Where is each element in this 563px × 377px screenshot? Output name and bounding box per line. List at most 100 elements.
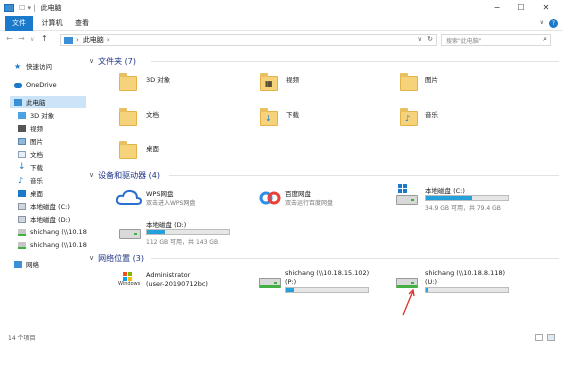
this-pc-icon [64,36,73,44]
group-header-devices[interactable]: ∨ 设备和驱动器 (4) [89,169,559,181]
nav-label: 文档 [30,151,43,159]
nav-local-disk-c[interactable]: 本地磁盘 (C:) [18,200,70,212]
folder-glyph: ▦ [265,79,273,88]
tab-view[interactable]: 查看 [70,16,94,31]
local-disk-icon [119,229,141,239]
address-row: ← → ∨ ↑ › 此电脑 › ∨ ↻ 搜索"此电脑" ⌕ [0,31,563,49]
drive-usage-fill [286,288,295,292]
drive-description: 双击进入WPS网盘 [146,200,196,207]
group-header-folders[interactable]: ∨ 文件夹 (7) [89,55,559,67]
document-icon [18,150,26,158]
nav-label: 桌面 [30,190,43,198]
network-drive-letter: (U:) [425,278,438,286]
nav-label: 3D 对象 [30,112,55,120]
network-drive-name: shichang (\\10.18.15.102) [285,269,370,277]
drive-usage-bar [146,229,230,235]
drive-name: 百度网盘 [285,190,311,198]
collapse-chevron-icon[interactable]: ∨ [89,171,94,179]
nav-network-drive-p[interactable]: shichang (\\10.18 [18,226,87,238]
tab-computer[interactable]: 计算机 [37,16,67,31]
drive-name: WPS网盘 [146,190,174,198]
folder-label: 桌面 [146,145,159,153]
forward-icon[interactable]: → [18,34,25,43]
nav-quick-access[interactable]: ★ 快速访问 [14,60,86,72]
nav-local-disk-d[interactable]: 本地磁盘 (D:) [18,213,70,225]
up-icon[interactable]: ↑ [41,34,48,43]
nav-network-drive-u[interactable]: shichang (\\10.18 [18,239,87,251]
group-divider [169,175,559,176]
nav-label: 音乐 [30,177,43,185]
search-input[interactable]: 搜索"此电脑" ⌕ [441,34,551,46]
refresh-icon[interactable]: ↻ [427,35,433,43]
ribbon-expand-icon[interactable]: ∨ [540,19,544,26]
help-icon[interactable]: ? [549,19,558,28]
nav-label: shichang (\\10.18 [30,241,87,249]
nav-3d-objects[interactable]: 3D 对象 [18,109,54,121]
nav-label: 下载 [30,164,43,172]
collapse-chevron-icon[interactable]: ∨ [89,254,94,262]
quick-access-toolbar[interactable]: ☐ ▾ | [19,4,36,12]
nav-network[interactable]: 网络 [14,258,39,270]
search-icon[interactable]: ⌕ [543,35,547,44]
group-header-network[interactable]: ∨ 网络位置 (3) [89,252,559,264]
windows-logo-icon [398,184,407,193]
back-icon[interactable]: ← [6,34,13,43]
network-device-host: (user-20190712bc) [146,280,208,288]
drive-name: 本地磁盘 (C:) [425,187,465,195]
address-bar[interactable]: › 此电脑 › ∨ ↻ [60,34,437,46]
tab-file[interactable]: 文件 [5,16,33,31]
drive-usage-fill [426,288,429,292]
nav-pictures[interactable]: 图片 [18,135,43,147]
item-count: 14 个项目 [8,335,36,342]
nav-this-pc[interactable]: 此电脑 [10,96,86,108]
address-dropdown-icon[interactable]: ∨ [418,36,422,43]
baidu-netdisk-icon [259,191,281,205]
computer-icon [14,98,22,106]
ribbon: 文件 计算机 查看 ∨ ? [0,16,563,31]
drive-icon [18,215,26,223]
details-view-icon[interactable] [535,334,543,341]
status-bar: 14 个项目 [0,332,563,344]
nav-onedrive[interactable]: OneDrive [14,79,86,91]
network-drive-icon [18,241,26,249]
collapse-chevron-icon[interactable]: ∨ [89,57,94,65]
group-title: 设备和驱动器 (4) [98,170,160,180]
nav-label: 快速访问 [26,63,52,71]
maximize-button[interactable]: ☐ [515,2,527,14]
large-icons-view-icon[interactable] [547,334,555,341]
breadcrumb-this-pc[interactable]: 此电脑 [83,35,104,45]
breadcrumb-separator[interactable]: › [76,36,79,44]
folder-label: 下载 [286,111,299,119]
minimize-button[interactable]: − [491,2,503,14]
folder-glyph: ↓ [265,114,272,123]
drive-name: 本地磁盘 (D:) [146,221,187,229]
nav-label: 图片 [30,138,43,146]
nav-label: 网络 [26,261,39,269]
drive-usage-bar [425,287,509,293]
network-device-name: Administrator [146,271,191,279]
breadcrumb-chevron-icon[interactable]: › [107,36,110,44]
drive-free-space: 112 GB 可用，共 143 GB [146,239,219,246]
content-pane: ∨ 文件夹 (7) 3D 对象 ▦ 视频 图片 文档 ↓ 下载 ♪ 音乐 桌面 … [89,52,563,332]
recent-locations-icon[interactable]: ∨ [30,36,34,43]
group-title: 网络位置 (3) [98,253,144,263]
network-drive-name: shichang (\\10.18.8.118) [425,269,506,277]
star-icon: ★ [14,61,22,71]
annotation-arrow-icon [402,288,415,316]
desktop-icon [18,189,26,197]
nav-label: shichang (\\10.18 [30,228,87,236]
film-icon [18,124,26,132]
folder-3d-icon [119,73,137,91]
drive-usage-fill [147,230,166,234]
pictures-folder-icon [400,73,418,91]
nav-documents[interactable]: 文档 [18,148,43,160]
nav-desktop[interactable]: 桌面 [18,187,43,199]
nav-music[interactable]: ♪ 音乐 [18,174,43,186]
close-button[interactable]: ✕ [540,2,552,14]
drive-usage-bar [285,287,369,293]
drive-usage-bar [425,195,509,201]
nav-downloads[interactable]: ↓ 下载 [18,161,43,173]
search-placeholder: 搜索"此电脑" [446,38,482,45]
nav-videos[interactable]: 视频 [18,122,43,134]
nav-label: OneDrive [26,81,57,89]
